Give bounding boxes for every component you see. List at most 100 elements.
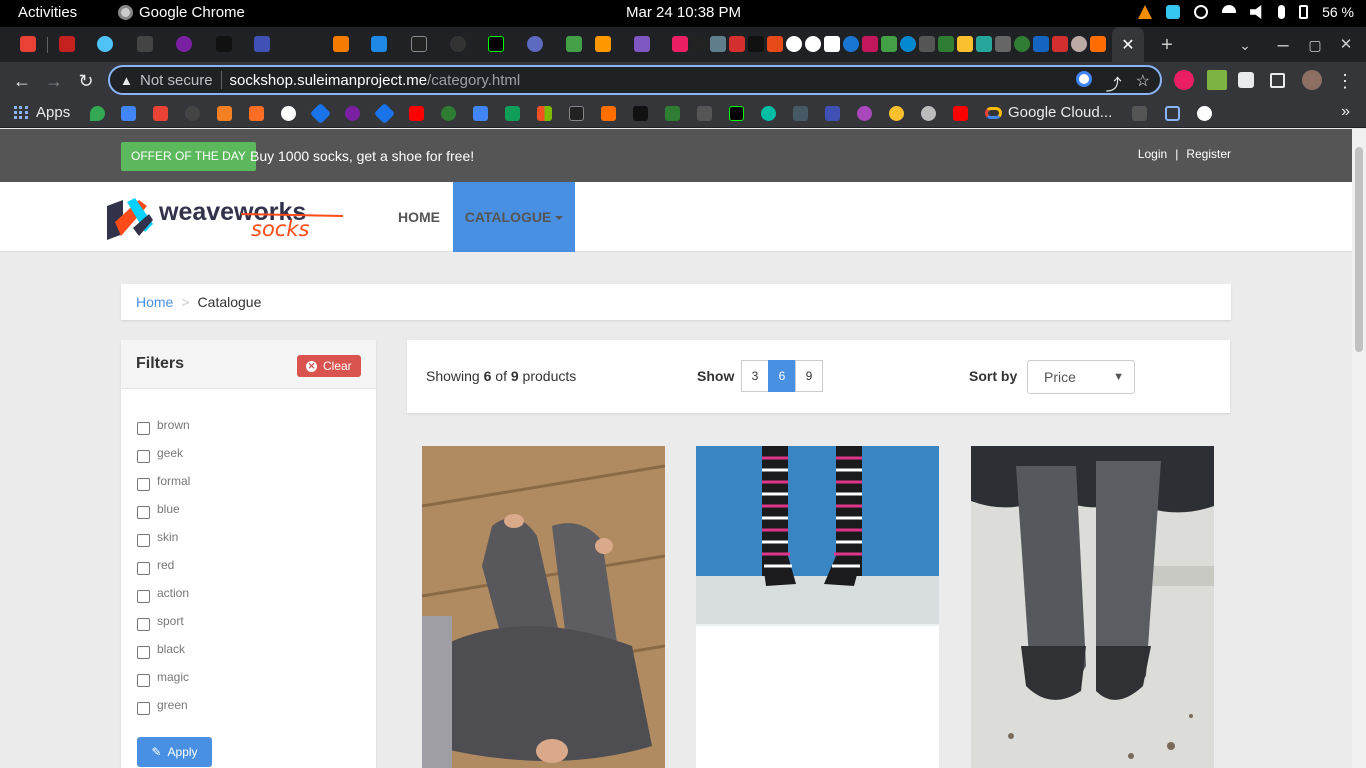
- login-link[interactable]: Login: [1138, 147, 1167, 161]
- bookmark-icon[interactable]: [889, 106, 904, 121]
- github-tab-icon[interactable]: [450, 36, 466, 52]
- active-tab[interactable]: ✕: [1112, 27, 1144, 62]
- bookmark-icon[interactable]: [569, 106, 584, 121]
- filter-option[interactable]: formal: [137, 474, 190, 502]
- download-extension-icon[interactable]: [1207, 70, 1227, 90]
- github-bookmark-icon[interactable]: [185, 106, 200, 121]
- bookmark-icon[interactable]: [793, 106, 808, 121]
- bookmark-icon[interactable]: [601, 106, 616, 121]
- tab-icon[interactable]: [805, 36, 821, 52]
- stackoverflow-bookmark-icon[interactable]: [217, 106, 232, 121]
- system-clock[interactable]: Mar 24 10:38 PM: [626, 4, 741, 21]
- bookmark-apps[interactable]: Apps: [14, 104, 70, 121]
- side-panel-icon[interactable]: [1270, 73, 1285, 88]
- register-link[interactable]: Register: [1186, 147, 1231, 161]
- filter-option[interactable]: red: [137, 558, 190, 586]
- more-bookmarks-icon[interactable]: »: [1341, 103, 1350, 121]
- tab-icon[interactable]: [862, 36, 878, 52]
- forward-button[interactable]: →: [41, 68, 67, 94]
- tab-icon[interactable]: [748, 36, 764, 52]
- url-host[interactable]: sockshop.suleimanproject.me: [230, 72, 428, 89]
- tab-icon[interactable]: [786, 36, 802, 52]
- filter-option[interactable]: brown: [137, 418, 190, 446]
- tab-icon[interactable]: [843, 36, 859, 52]
- google-lens-icon[interactable]: [1075, 71, 1092, 87]
- new-tab-button[interactable]: +: [1154, 32, 1180, 58]
- gmail-tab-icon[interactable]: [20, 36, 36, 52]
- tab-icon[interactable]: [137, 36, 153, 52]
- filter-checkbox[interactable]: [137, 478, 150, 491]
- filter-checkbox[interactable]: [137, 534, 150, 547]
- product-card[interactable]: [696, 446, 939, 768]
- reload-button[interactable]: ↻: [73, 68, 99, 94]
- profile-avatar[interactable]: [1302, 70, 1322, 90]
- tab-icon[interactable]: [634, 36, 650, 52]
- filter-option[interactable]: blue: [137, 502, 190, 530]
- tab-icon[interactable]: [957, 36, 973, 52]
- bookmark-icon[interactable]: [665, 106, 680, 121]
- bookmark-icon[interactable]: [281, 106, 296, 121]
- tab-icon[interactable]: [527, 36, 543, 52]
- clear-filters-button[interactable]: ✕ Clear: [297, 355, 361, 377]
- minimize-button[interactable]: –: [1270, 32, 1296, 58]
- bookmark-icon[interactable]: [1165, 106, 1180, 121]
- sheets-bookmark-icon[interactable]: [505, 106, 520, 121]
- url-path[interactable]: /category.html: [427, 72, 520, 89]
- filter-option[interactable]: green: [137, 698, 190, 726]
- tab-icon[interactable]: [919, 36, 935, 52]
- tab-icon[interactable]: [1071, 36, 1087, 52]
- tab-icon[interactable]: [488, 36, 504, 52]
- bookmark-icon[interactable]: [1197, 106, 1212, 121]
- tab-icon[interactable]: [566, 36, 582, 52]
- apply-filters-button[interactable]: ✎ Apply: [137, 737, 212, 767]
- share-icon[interactable]: ⤴: [1106, 71, 1122, 95]
- bookmark-icon[interactable]: [373, 102, 396, 125]
- page-scrollbar[interactable]: [1352, 129, 1366, 768]
- system-tray[interactable]: 56 %: [1138, 4, 1354, 20]
- x-tab-icon[interactable]: [216, 36, 232, 52]
- filter-checkbox[interactable]: [137, 674, 150, 687]
- scrollbar-thumb[interactable]: [1355, 147, 1363, 352]
- docs-bookmark-icon[interactable]: [473, 106, 488, 121]
- tab-icon[interactable]: [938, 36, 954, 52]
- youtube-bookmark-icon[interactable]: [409, 106, 424, 121]
- youtube-bookmark-icon[interactable]: [953, 106, 968, 121]
- bookmark-icon[interactable]: [825, 106, 840, 121]
- warning-icon[interactable]: ▲: [120, 73, 136, 88]
- app-indicator[interactable]: Google Chrome: [118, 4, 245, 21]
- product-card[interactable]: [422, 446, 665, 768]
- tab-icon[interactable]: [824, 36, 840, 52]
- filter-checkbox[interactable]: [137, 450, 150, 463]
- bookmark-icon[interactable]: [441, 106, 456, 121]
- tab-icon[interactable]: [995, 36, 1011, 52]
- bookmark-icon[interactable]: [345, 106, 360, 121]
- chrome-menu-icon[interactable]: ⋮: [1332, 68, 1358, 94]
- bookmark-star-icon[interactable]: ☆: [1136, 71, 1150, 95]
- gitlab-bookmark-icon[interactable]: [249, 106, 264, 121]
- back-button[interactable]: ←: [9, 68, 35, 94]
- filter-checkbox[interactable]: [137, 702, 150, 715]
- bookmark-icon[interactable]: [729, 106, 744, 121]
- tab-icon[interactable]: [254, 36, 270, 52]
- filter-option[interactable]: sport: [137, 614, 190, 642]
- tab-icon[interactable]: [710, 36, 726, 52]
- nav-catalogue-dropdown[interactable]: CATALOGUE: [453, 182, 575, 252]
- tab-icon[interactable]: [767, 36, 783, 52]
- address-bar[interactable]: ▲ Not secure sockshop.suleimanproject.me…: [108, 65, 1162, 95]
- activities-button[interactable]: Activities: [18, 4, 77, 21]
- tab-icon[interactable]: [1052, 36, 1068, 52]
- folder-bookmark-icon[interactable]: [1132, 106, 1147, 121]
- tab-icon[interactable]: [411, 36, 427, 52]
- filter-option[interactable]: action: [137, 586, 190, 614]
- tab-icon[interactable]: [729, 36, 745, 52]
- tab-icon[interactable]: [595, 36, 611, 52]
- breadcrumb-home-link[interactable]: Home: [136, 294, 173, 310]
- sort-select[interactable]: Price ▼: [1027, 360, 1135, 394]
- security-label[interactable]: Not secure: [140, 72, 213, 89]
- cart-tab-icon[interactable]: [371, 36, 387, 52]
- filter-checkbox[interactable]: [137, 422, 150, 435]
- tab-icon[interactable]: [176, 36, 192, 52]
- tab-icon[interactable]: [1014, 36, 1030, 52]
- page-size-option[interactable]: 9: [795, 360, 823, 392]
- bookmark-icon[interactable]: [921, 106, 936, 121]
